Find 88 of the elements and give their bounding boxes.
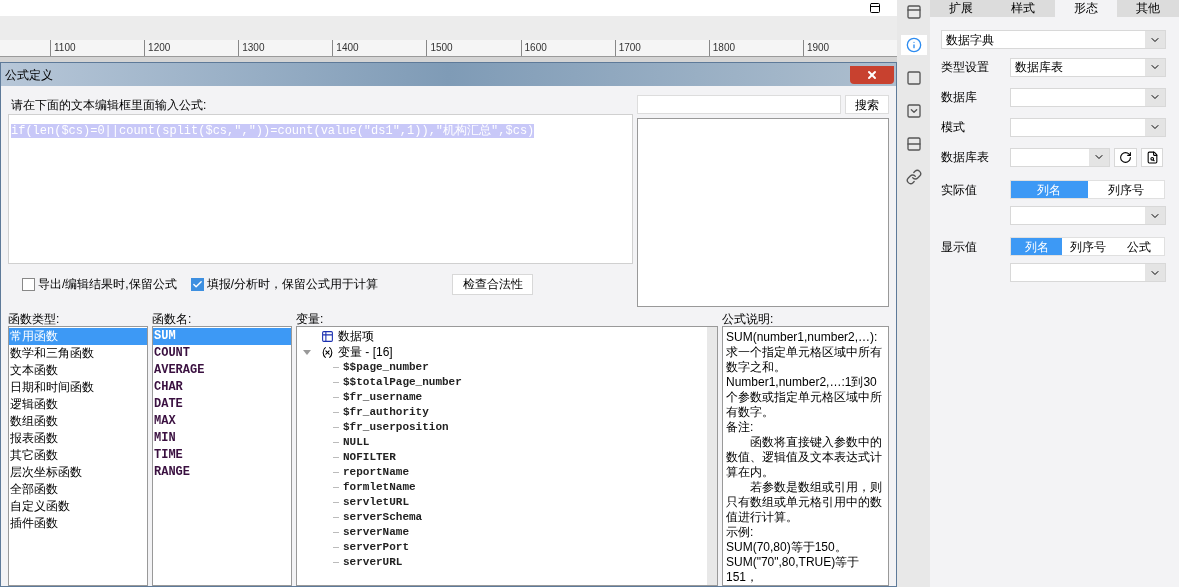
function-type-item[interactable]: 报表函数 (9, 430, 147, 447)
field-label: 数据库 (941, 89, 978, 106)
tree-item[interactable]: $fr_username (343, 389, 423, 406)
function-name-item[interactable]: RANGE (153, 464, 291, 481)
checkbox[interactable] (22, 277, 35, 291)
ruler-label: 1700 (614, 39, 709, 56)
tree-item[interactable]: serverPort (343, 539, 409, 556)
function-name-item[interactable]: DATE (153, 396, 291, 413)
function-type-item[interactable]: 逻辑函数 (9, 396, 147, 413)
tree-item[interactable]: reportName (343, 464, 409, 481)
dropdown-value: 数据字典 (945, 31, 995, 49)
description-text: SUM(70,80)等于150。 (726, 540, 848, 555)
expand-caret-icon[interactable] (303, 349, 311, 355)
function-name-item[interactable]: TIME (153, 447, 291, 464)
refresh-icon (1119, 150, 1132, 164)
tree-item[interactable]: NOFILTER (343, 449, 396, 466)
list-heading: 函数类型: (8, 311, 61, 326)
description-text: Number1,number2,…:1到30个参数或指定单元格区域中所有数字。 (726, 375, 883, 420)
scrollbar[interactable] (707, 327, 717, 585)
field-label: 类型设置 (941, 59, 990, 76)
function-type-item[interactable]: 自定义函数 (9, 498, 147, 515)
search-field[interactable] (636, 95, 841, 114)
tree-item[interactable]: servletURL (343, 494, 409, 511)
dialog-title: 公式定义 (4, 66, 53, 84)
ruler-label: 1200 (144, 39, 239, 56)
function-type-item[interactable]: 数组函数 (9, 413, 147, 430)
tree-item[interactable]: serverURL (343, 554, 403, 571)
preview-button[interactable] (1141, 147, 1163, 167)
tree-item[interactable]: formletName (343, 479, 416, 496)
tree-item[interactable]: 变量 - [16] (338, 343, 393, 361)
description-text: SUM(number1,number2,…): 求一个指定单元格区域中所有数字之和。 (726, 330, 883, 375)
checkbox-label: 导出/编辑结果时,保留公式 (38, 276, 177, 293)
checkbox[interactable] (190, 277, 204, 291)
panel-tab[interactable]: 形态 (1054, 0, 1117, 17)
tree-item[interactable]: $$page_number (343, 359, 429, 376)
close-icon (866, 68, 878, 81)
description-text: 函数将直接键入参数中的数值、逻辑值及文本表达式计算在内。 (726, 435, 883, 480)
dropdown-value: 数据库表 (1014, 59, 1064, 76)
function-type-item[interactable]: 日期和时间函数 (9, 379, 147, 396)
function-name-item[interactable]: AVERAGE (153, 362, 291, 379)
ruler-label: 1600 (520, 39, 615, 56)
search-button[interactable]: 搜索 (845, 95, 889, 114)
function-name-item[interactable]: MAX (153, 413, 291, 430)
list-heading: 函数名: (152, 311, 193, 326)
info-tool-button[interactable] (900, 35, 927, 55)
ruler-label: 1800 (708, 39, 803, 56)
option-checkbox[interactable]: 导出/编辑结果时,保留公式 (22, 275, 177, 293)
description-text: 若参数是数组或引用，则只有数组或单元格引用中的数值进行计算。 (726, 480, 883, 525)
tree-item[interactable]: $fr_userposition (343, 419, 449, 436)
function-name-item[interactable]: MIN (153, 430, 291, 447)
function-type-item[interactable]: 全部函数 (9, 481, 147, 498)
function-type-item[interactable]: 其它函数 (9, 447, 147, 464)
list-heading: 公式说明: (722, 311, 775, 326)
tree-item[interactable]: NULL (343, 434, 370, 451)
function-type-item[interactable]: 插件函数 (9, 515, 147, 532)
function-type-item[interactable]: 层次坐标函数 (9, 464, 147, 481)
description-text: 示例: (726, 525, 755, 540)
tree-item[interactable]: $$totalPage_number (343, 374, 462, 391)
tree-item[interactable]: 数据项 (338, 327, 374, 345)
function-type-item[interactable]: 数学和三角函数 (9, 345, 147, 362)
dropdown[interactable]: 数据字典 (941, 30, 1166, 49)
function-name-item[interactable]: CHAR (153, 379, 291, 396)
field-label: 模式 (941, 119, 966, 136)
field-label: 数据库表 (941, 149, 990, 166)
table-icon (321, 329, 334, 343)
tree-item[interactable]: serverSchema (343, 509, 423, 526)
ruler-label: 1400 (332, 39, 427, 56)
list-heading: 变量: (296, 311, 325, 326)
ruler-label: 1900 (802, 39, 897, 56)
function-type-item[interactable]: 文本函数 (9, 362, 147, 379)
field-label: 显示值 (941, 238, 978, 256)
toolbar-icon[interactable] (869, 2, 881, 15)
refresh-button[interactable] (1114, 147, 1137, 167)
description-text: SUM("70",80,TRUE)等于151， (726, 555, 861, 585)
function-name-item[interactable]: COUNT (153, 345, 291, 362)
dropdown[interactable]: 数据库表 (1010, 57, 1166, 77)
ruler-label: 1100 (50, 39, 145, 56)
description-text: 备注: (726, 420, 755, 435)
variable-icon (321, 345, 334, 359)
ruler-label: 1500 (426, 39, 521, 56)
tree-item[interactable]: $fr_authority (343, 404, 429, 421)
check-validity-button[interactable]: 检查合法性 (452, 273, 533, 295)
file-search-icon (1145, 150, 1159, 164)
tree-item[interactable]: serverName (343, 524, 409, 541)
field-label: 实际值 (941, 181, 978, 199)
close-button[interactable] (850, 65, 894, 84)
formula-prompt: 请在下面的文本编辑框里面输入公式: (10, 97, 208, 114)
ruler-label: 1300 (238, 39, 333, 56)
